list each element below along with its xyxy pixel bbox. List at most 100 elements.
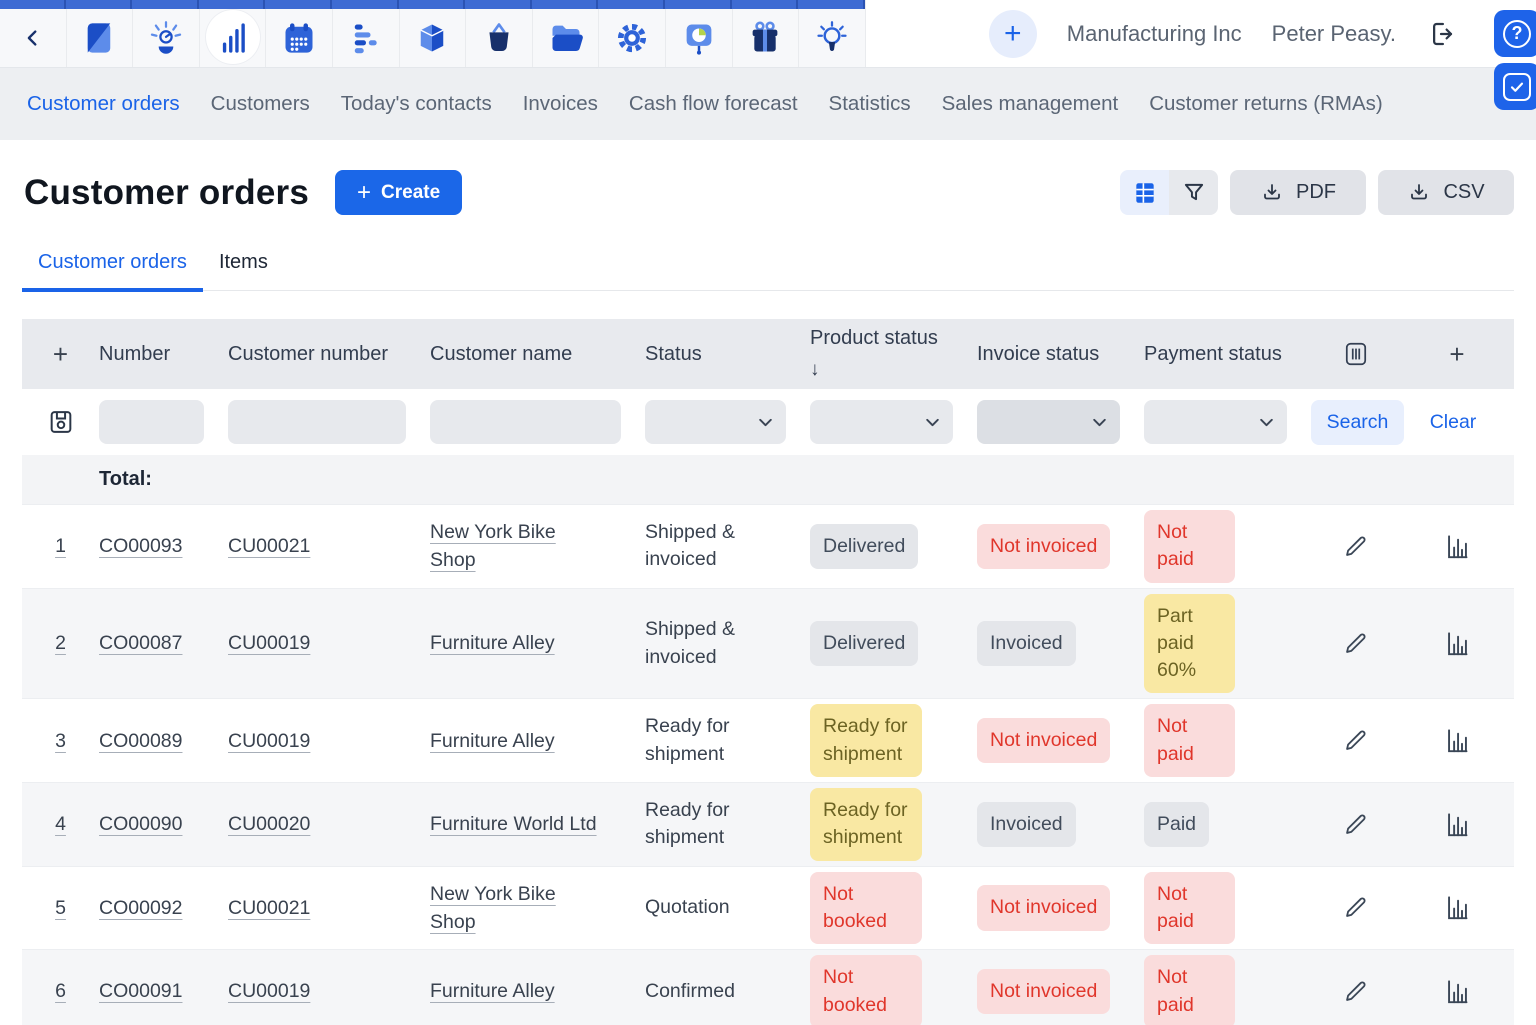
customer-name-link[interactable]: Furniture Alley bbox=[430, 629, 555, 657]
order-number-link[interactable]: CO00090 bbox=[99, 813, 182, 835]
order-stats-button[interactable] bbox=[1400, 533, 1514, 560]
filter-view-button[interactable] bbox=[1169, 170, 1218, 215]
header-number[interactable]: Number bbox=[99, 339, 198, 370]
app-rewards[interactable] bbox=[733, 0, 800, 67]
nav-cash-flow-forecast[interactable]: Cash flow forecast bbox=[629, 92, 798, 116]
csv-export-button[interactable]: CSV bbox=[1378, 170, 1514, 215]
product-status-filter-select[interactable] bbox=[810, 400, 953, 444]
logout-icon[interactable] bbox=[1426, 19, 1456, 49]
tab-customer-orders[interactable]: Customer orders bbox=[22, 251, 203, 290]
header-status[interactable]: Status bbox=[645, 339, 730, 370]
main-content: Customer orders + Create PDF CSV Custome… bbox=[0, 170, 1536, 1025]
edit-order-button[interactable] bbox=[1311, 894, 1400, 921]
customer-number-link[interactable]: CU00021 bbox=[228, 897, 310, 919]
search-button[interactable]: Search bbox=[1311, 400, 1404, 445]
customer-name-link[interactable]: New York Bike Shop bbox=[430, 880, 602, 937]
order-stats-button[interactable] bbox=[1400, 727, 1514, 754]
app-purchases[interactable] bbox=[466, 0, 533, 67]
app-tasks[interactable] bbox=[333, 0, 400, 67]
customer-number-link[interactable]: CU00019 bbox=[228, 632, 310, 654]
tab-items[interactable]: Items bbox=[203, 251, 284, 290]
nav-customer-returns[interactable]: Customer returns (RMAs) bbox=[1149, 92, 1383, 116]
edit-order-button[interactable] bbox=[1311, 727, 1400, 754]
app-logo[interactable] bbox=[67, 0, 134, 67]
order-stats-button[interactable] bbox=[1400, 894, 1514, 921]
order-number-link[interactable]: CO00091 bbox=[99, 980, 182, 1002]
order-number-link[interactable]: CO00093 bbox=[99, 535, 182, 557]
company-name[interactable]: Manufacturing Inc bbox=[1067, 21, 1242, 47]
status-filter-select[interactable] bbox=[645, 400, 786, 444]
tasks-button[interactable] bbox=[1494, 63, 1536, 110]
header-product-status[interactable]: Product status ↓ bbox=[810, 323, 977, 385]
columns-settings-icon[interactable] bbox=[1343, 341, 1369, 367]
chart-icon bbox=[1444, 978, 1471, 1005]
app-statistics[interactable] bbox=[200, 0, 267, 67]
nav-customer-orders[interactable]: Customer orders bbox=[27, 92, 180, 116]
customer-name-link[interactable]: Furniture World Ltd bbox=[430, 810, 597, 838]
save-filter-icon[interactable] bbox=[47, 408, 75, 436]
create-button[interactable]: + Create bbox=[335, 170, 462, 215]
nav-todays-contacts[interactable]: Today's contacts bbox=[341, 92, 492, 116]
app-dashboard[interactable] bbox=[133, 0, 200, 67]
app-reports[interactable] bbox=[666, 0, 733, 67]
edit-order-button[interactable] bbox=[1311, 630, 1400, 657]
edit-order-button[interactable] bbox=[1311, 811, 1400, 838]
order-number-link[interactable]: CO00087 bbox=[99, 632, 182, 654]
customer-name-filter-input[interactable] bbox=[430, 400, 621, 444]
clear-button[interactable]: Clear bbox=[1400, 411, 1514, 434]
header-customer-name[interactable]: Customer name bbox=[430, 339, 600, 370]
nav-invoices[interactable]: Invoices bbox=[523, 92, 598, 116]
header-customer-number[interactable]: Customer number bbox=[228, 339, 416, 370]
row-index-link[interactable]: 3 bbox=[55, 727, 66, 755]
app-ideas[interactable] bbox=[799, 0, 866, 67]
pencil-icon bbox=[1342, 630, 1369, 657]
invoice-status-filter-select[interactable] bbox=[977, 400, 1120, 444]
order-number-link[interactable]: CO00089 bbox=[99, 730, 182, 752]
table-row: 1 CO00093 CU00021 New York Bike Shop Shi… bbox=[22, 504, 1514, 588]
edit-order-button[interactable] bbox=[1311, 978, 1400, 1005]
number-filter-input[interactable] bbox=[99, 400, 204, 444]
header-invoice-status[interactable]: Invoice status bbox=[977, 339, 1127, 370]
order-stats-button[interactable] bbox=[1400, 811, 1514, 838]
app-calendar[interactable] bbox=[266, 0, 333, 67]
payment-status-filter-select[interactable] bbox=[1144, 400, 1287, 444]
nav-customers[interactable]: Customers bbox=[211, 92, 310, 116]
add-row-icon[interactable]: + bbox=[53, 339, 68, 370]
customer-number-filter-input[interactable] bbox=[228, 400, 406, 444]
title-actions: PDF CSV bbox=[1120, 170, 1514, 215]
customer-name-link[interactable]: Furniture Alley bbox=[430, 977, 555, 1005]
add-column-icon[interactable]: + bbox=[1449, 339, 1464, 370]
row-index-link[interactable]: 6 bbox=[55, 977, 66, 1005]
user-name[interactable]: Peter Peasy. bbox=[1272, 21, 1396, 47]
customer-number-link[interactable]: CU00019 bbox=[228, 980, 310, 1002]
row-index-link[interactable]: 4 bbox=[55, 810, 66, 838]
table-row: 5 CO00092 CU00021 New York Bike Shop Quo… bbox=[22, 866, 1514, 950]
table-view-button[interactable] bbox=[1120, 170, 1169, 215]
app-settings[interactable] bbox=[599, 0, 666, 67]
bar-chart-icon bbox=[215, 20, 251, 56]
app-products[interactable] bbox=[400, 0, 467, 67]
row-index-link[interactable]: 1 bbox=[55, 532, 66, 560]
calendar-icon bbox=[281, 20, 317, 56]
customer-name-link[interactable]: New York Bike Shop bbox=[430, 518, 602, 575]
help-button[interactable]: ? bbox=[1494, 10, 1536, 57]
customer-number-link[interactable]: CU00019 bbox=[228, 730, 310, 752]
customer-number-link[interactable]: CU00020 bbox=[228, 813, 310, 835]
edit-order-button[interactable] bbox=[1311, 533, 1400, 560]
nav-sales-management[interactable]: Sales management bbox=[942, 92, 1119, 116]
order-stats-button[interactable] bbox=[1400, 978, 1514, 1005]
row-index-link[interactable]: 2 bbox=[55, 629, 66, 657]
app-documents[interactable] bbox=[533, 0, 600, 67]
order-stats-button[interactable] bbox=[1400, 630, 1514, 657]
basket-icon bbox=[481, 20, 517, 56]
pdf-export-button[interactable]: PDF bbox=[1230, 170, 1366, 215]
back-button[interactable] bbox=[0, 0, 67, 67]
nav-statistics[interactable]: Statistics bbox=[829, 92, 911, 116]
customer-number-link[interactable]: CU00021 bbox=[228, 535, 310, 557]
row-index-link[interactable]: 5 bbox=[55, 894, 66, 922]
customer-name-link[interactable]: Furniture Alley bbox=[430, 727, 555, 755]
add-company-button[interactable]: + bbox=[989, 10, 1037, 58]
filter-row: Search Clear bbox=[22, 389, 1514, 455]
order-number-link[interactable]: CO00092 bbox=[99, 897, 182, 919]
header-payment-status[interactable]: Payment status bbox=[1144, 339, 1310, 370]
